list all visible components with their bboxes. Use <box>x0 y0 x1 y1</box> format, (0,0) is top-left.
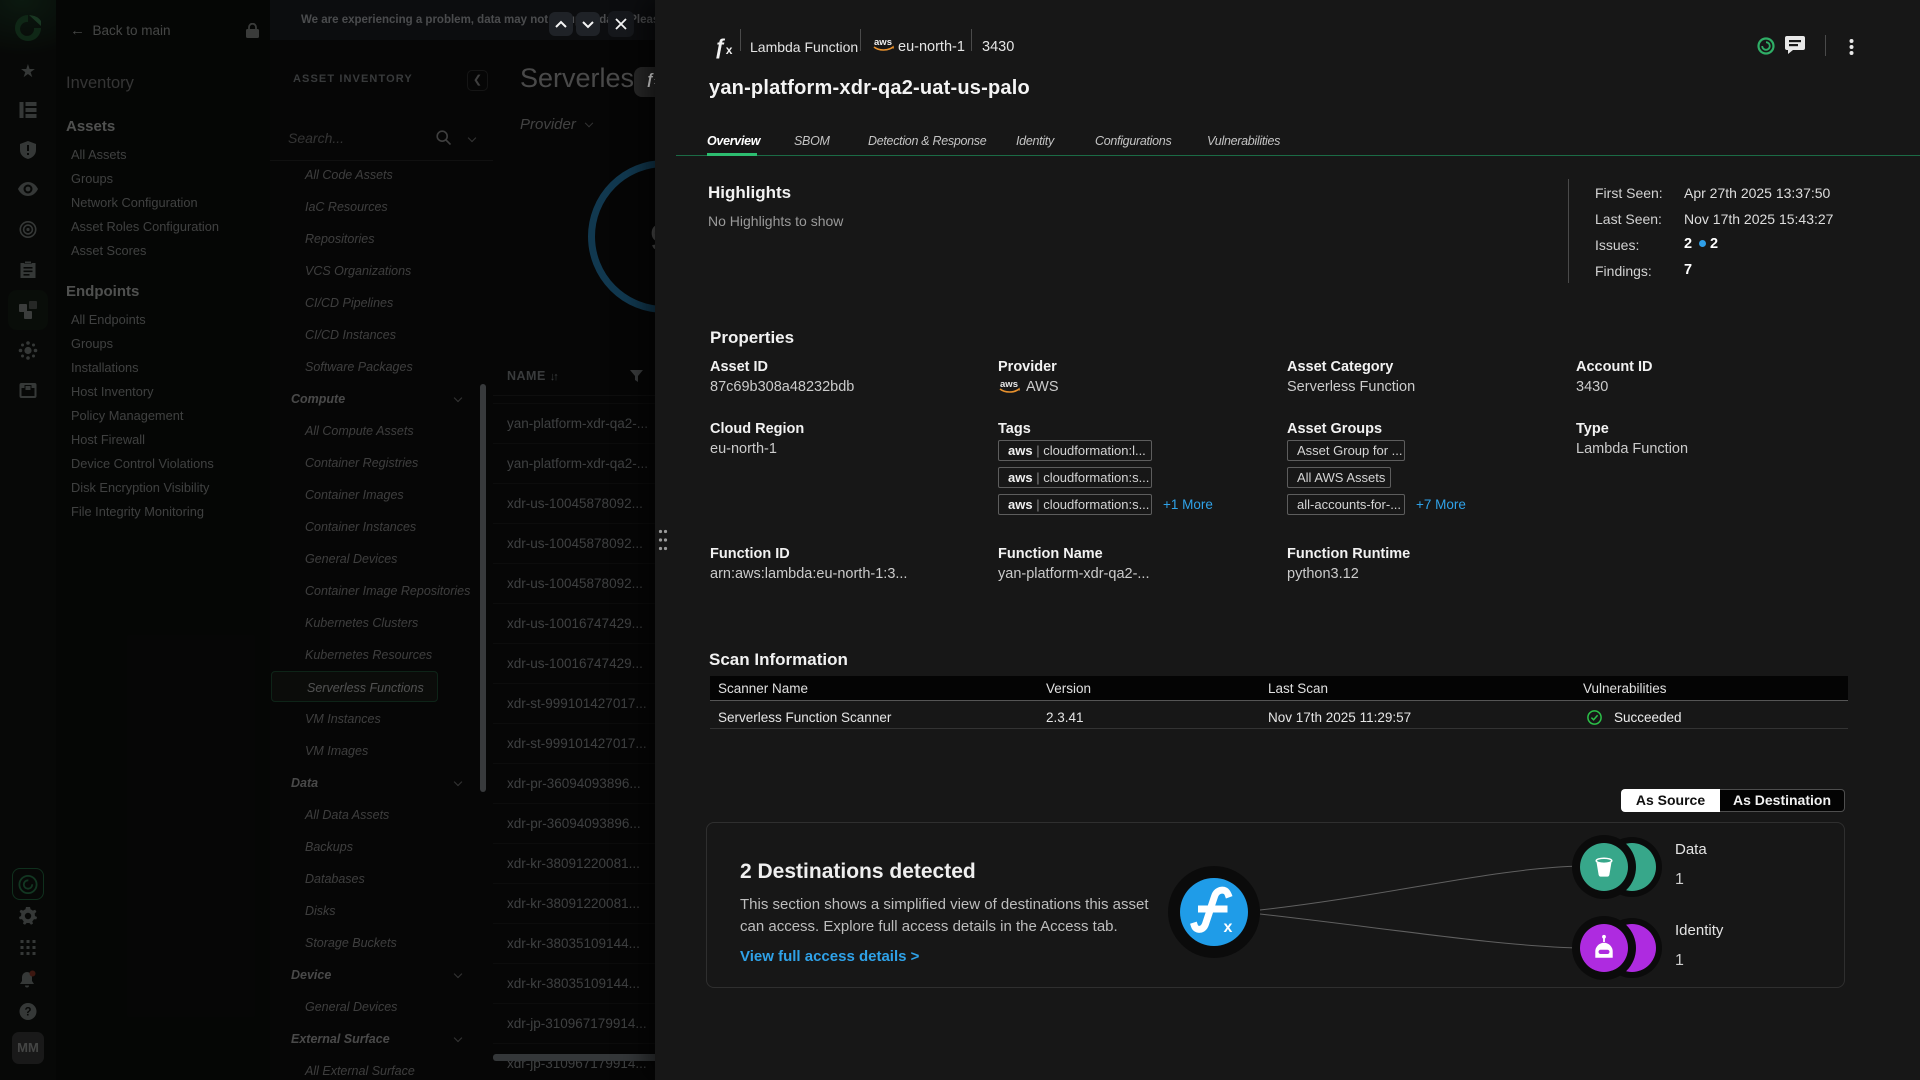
svg-text:aws: aws <box>1000 379 1018 390</box>
svg-text:aws: aws <box>874 37 892 48</box>
svg-text:x: x <box>1224 919 1233 936</box>
